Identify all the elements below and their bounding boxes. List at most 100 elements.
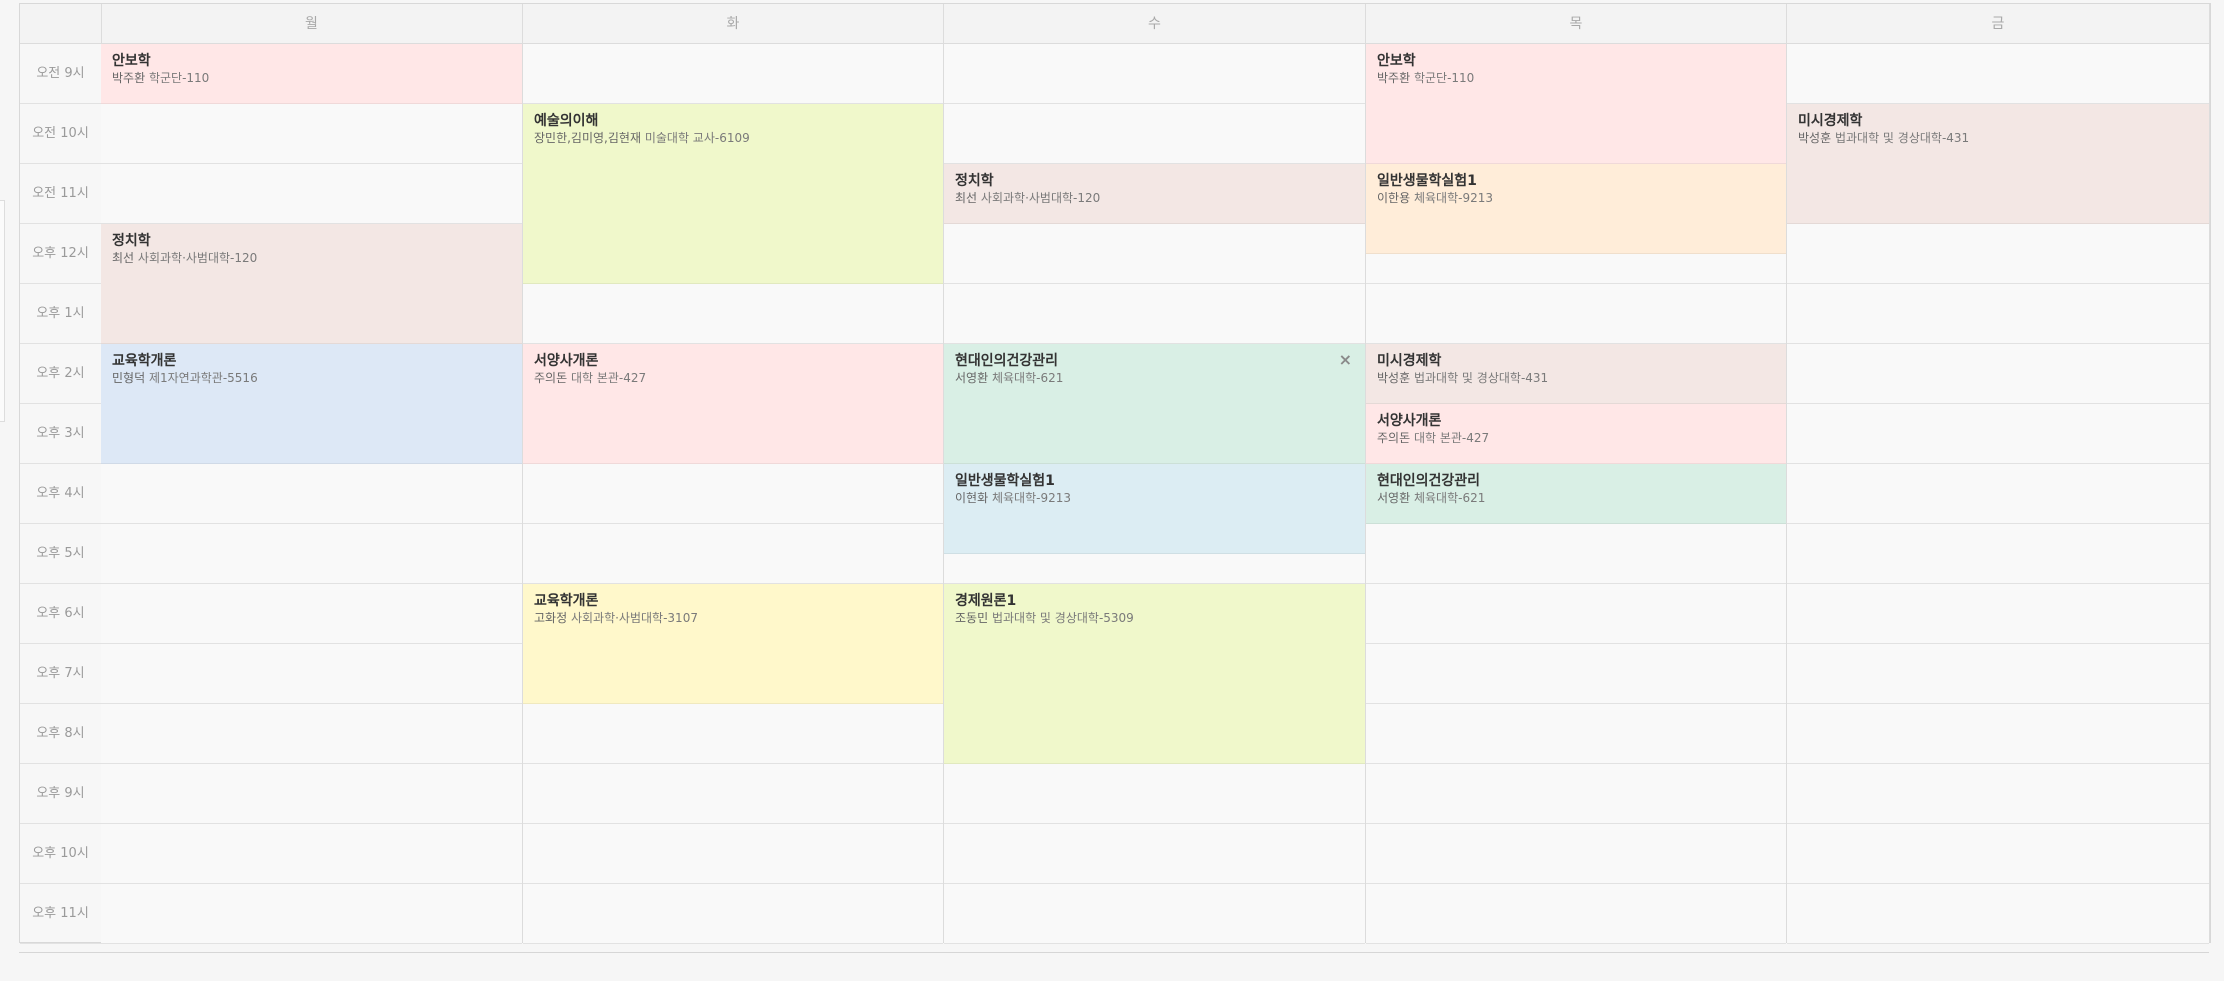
empty-slot[interactable] <box>1787 764 2209 824</box>
course-block[interactable]: 미시경제학 박성훈 법과대학 및 경상대학-431 <box>1366 344 1786 404</box>
empty-slot[interactable] <box>1787 344 2209 404</box>
day-header-fri: 금 <box>1787 4 2210 43</box>
course-details: 최선 사회과학·사범대학-120 <box>112 250 511 266</box>
course-details: 주의돈 대학 본관-427 <box>534 370 932 386</box>
course-block[interactable]: 안보학 박주환 학군단-110 <box>101 44 522 104</box>
course-details: 민형덕 제1자연과학관-5516 <box>112 370 511 386</box>
course-details: 장민한,김미영,김현재 미술대학 교사-6109 <box>534 130 932 146</box>
course-block[interactable]: 경제원론1 조동민 법과대학 및 경상대학-5309 <box>944 584 1365 764</box>
time-label: 오후 7시 <box>20 644 101 704</box>
empty-slot[interactable] <box>101 764 522 824</box>
empty-slot[interactable] <box>1366 524 1786 584</box>
empty-slot[interactable] <box>101 884 522 944</box>
course-block[interactable]: 정치학 최선 사회과학·사범대학-120 <box>101 224 522 344</box>
course-professor: 장민한,김미영,김현재 <box>534 131 641 145</box>
empty-slot[interactable] <box>944 764 1365 824</box>
course-block[interactable]: 서양사개론 주의돈 대학 본관-427 <box>1366 404 1786 464</box>
empty-slot[interactable] <box>101 524 522 584</box>
empty-slot[interactable] <box>1787 884 2209 944</box>
left-panel-edge <box>0 200 5 422</box>
course-title: 미시경제학 <box>1377 353 1442 369</box>
time-column: 오전 9시 오전 10시 오전 11시 오후 12시 오후 1시 오후 2시 오후 3시 오후… <box>20 44 102 944</box>
empty-slot[interactable] <box>1787 644 2209 704</box>
close-icon[interactable]: × <box>1339 352 1352 368</box>
empty-slot[interactable] <box>523 44 943 104</box>
empty-slot[interactable] <box>523 284 943 344</box>
course-professor: 최선 <box>955 191 978 205</box>
course-room: 대학 본관-427 <box>1413 431 1490 445</box>
empty-slot[interactable] <box>523 824 943 884</box>
empty-slot[interactable] <box>1787 404 2209 464</box>
empty-slot[interactable] <box>101 584 522 644</box>
empty-slot[interactable] <box>944 104 1365 164</box>
course-details: 서영환 체육대학-621 <box>955 370 1354 386</box>
header-corner <box>20 4 102 43</box>
empty-slot[interactable] <box>1787 704 2209 764</box>
empty-slot[interactable] <box>523 464 943 524</box>
empty-slot[interactable] <box>944 224 1365 284</box>
course-room: 미술대학 교사-6109 <box>644 131 750 145</box>
course-block[interactable]: 안보학 박주환 학군단-110 <box>1366 44 1786 164</box>
empty-slot[interactable] <box>1787 44 2209 104</box>
course-block[interactable]: 정치학 최선 사회과학·사범대학-120 <box>944 164 1365 224</box>
empty-slot[interactable] <box>101 164 522 224</box>
course-title: 교육학개론 <box>534 593 599 609</box>
course-block[interactable]: 일반생물학실험1 이한용 체육대학-9213 <box>1366 164 1786 254</box>
course-block[interactable]: 현대인의건강관리 서영환 체육대학-621 <box>1366 464 1786 524</box>
day-header-tue: 화 <box>523 4 944 43</box>
course-professor: 박성훈 <box>1798 131 1832 145</box>
empty-slot[interactable] <box>1787 524 2209 584</box>
bottom-divider <box>19 952 2209 953</box>
empty-slot[interactable] <box>1787 284 2209 344</box>
course-room: 사회과학·사범대학-3107 <box>570 611 698 625</box>
time-label: 오후 2시 <box>20 344 101 404</box>
course-title: 미시경제학 <box>1798 113 1863 129</box>
empty-slot[interactable] <box>1366 644 1786 704</box>
course-details: 고화정 사회과학·사범대학-3107 <box>534 610 932 626</box>
course-professor: 최선 <box>112 251 135 265</box>
empty-slot[interactable] <box>101 704 522 764</box>
empty-slot[interactable] <box>1366 884 1786 944</box>
empty-slot[interactable] <box>1366 764 1786 824</box>
empty-slot[interactable] <box>1366 584 1786 644</box>
empty-slot[interactable] <box>1366 704 1786 764</box>
course-details: 박주환 학군단-110 <box>112 70 511 86</box>
empty-slot[interactable] <box>523 884 943 944</box>
empty-slot[interactable] <box>523 704 943 764</box>
empty-slot[interactable] <box>944 44 1365 104</box>
empty-slot[interactable] <box>1366 824 1786 884</box>
empty-slot[interactable] <box>101 464 522 524</box>
empty-slot[interactable] <box>523 524 943 584</box>
course-block[interactable]: 교육학개론 고화정 사회과학·사범대학-3107 <box>523 584 943 704</box>
empty-slot[interactable] <box>944 884 1365 944</box>
empty-slot[interactable] <box>1366 284 1786 344</box>
time-label: 오전 10시 <box>20 104 101 164</box>
empty-slot[interactable] <box>101 644 522 704</box>
course-professor: 주의돈 <box>1377 431 1411 445</box>
empty-slot[interactable] <box>1787 824 2209 884</box>
course-block[interactable]: 예술의이해 장민한,김미영,김현재 미술대학 교사-6109 <box>523 104 943 284</box>
course-block[interactable]: 미시경제학 박성훈 법과대학 및 경상대학-431 <box>1787 104 2209 224</box>
empty-slot[interactable] <box>1787 464 2209 524</box>
empty-slot[interactable] <box>523 764 943 824</box>
empty-slot[interactable] <box>101 104 522 164</box>
empty-slot[interactable] <box>944 824 1365 884</box>
course-details: 주의돈 대학 본관-427 <box>1377 430 1775 446</box>
empty-slot[interactable] <box>1787 224 2209 284</box>
time-label: 오후 10시 <box>20 824 101 884</box>
course-professor: 서영환 <box>1377 491 1411 505</box>
empty-slot[interactable] <box>101 824 522 884</box>
day-header-mon: 월 <box>101 4 523 43</box>
course-details: 박주환 학군단-110 <box>1377 70 1775 86</box>
day-column-wed: 정치학 최선 사회과학·사범대학-120 현대인의건강관리 서영환 체육대학-621 ×… <box>944 44 1366 944</box>
course-block[interactable]: 서양사개론 주의돈 대학 본관-427 <box>523 344 943 464</box>
course-room: 대학 본관-427 <box>570 371 647 385</box>
time-label: 오후 9시 <box>20 764 101 824</box>
course-room: 학군단-110 <box>1413 71 1475 85</box>
course-block[interactable]: 현대인의건강관리 서영환 체육대학-621 × <box>944 344 1365 464</box>
time-label: 오후 1시 <box>20 284 101 344</box>
empty-slot[interactable] <box>944 284 1365 344</box>
empty-slot[interactable] <box>1787 584 2209 644</box>
course-block[interactable]: 교육학개론 민형덕 제1자연과학관-5516 <box>101 344 522 464</box>
course-block[interactable]: 일반생물학실험1 이현화 체육대학-9213 <box>944 464 1365 554</box>
